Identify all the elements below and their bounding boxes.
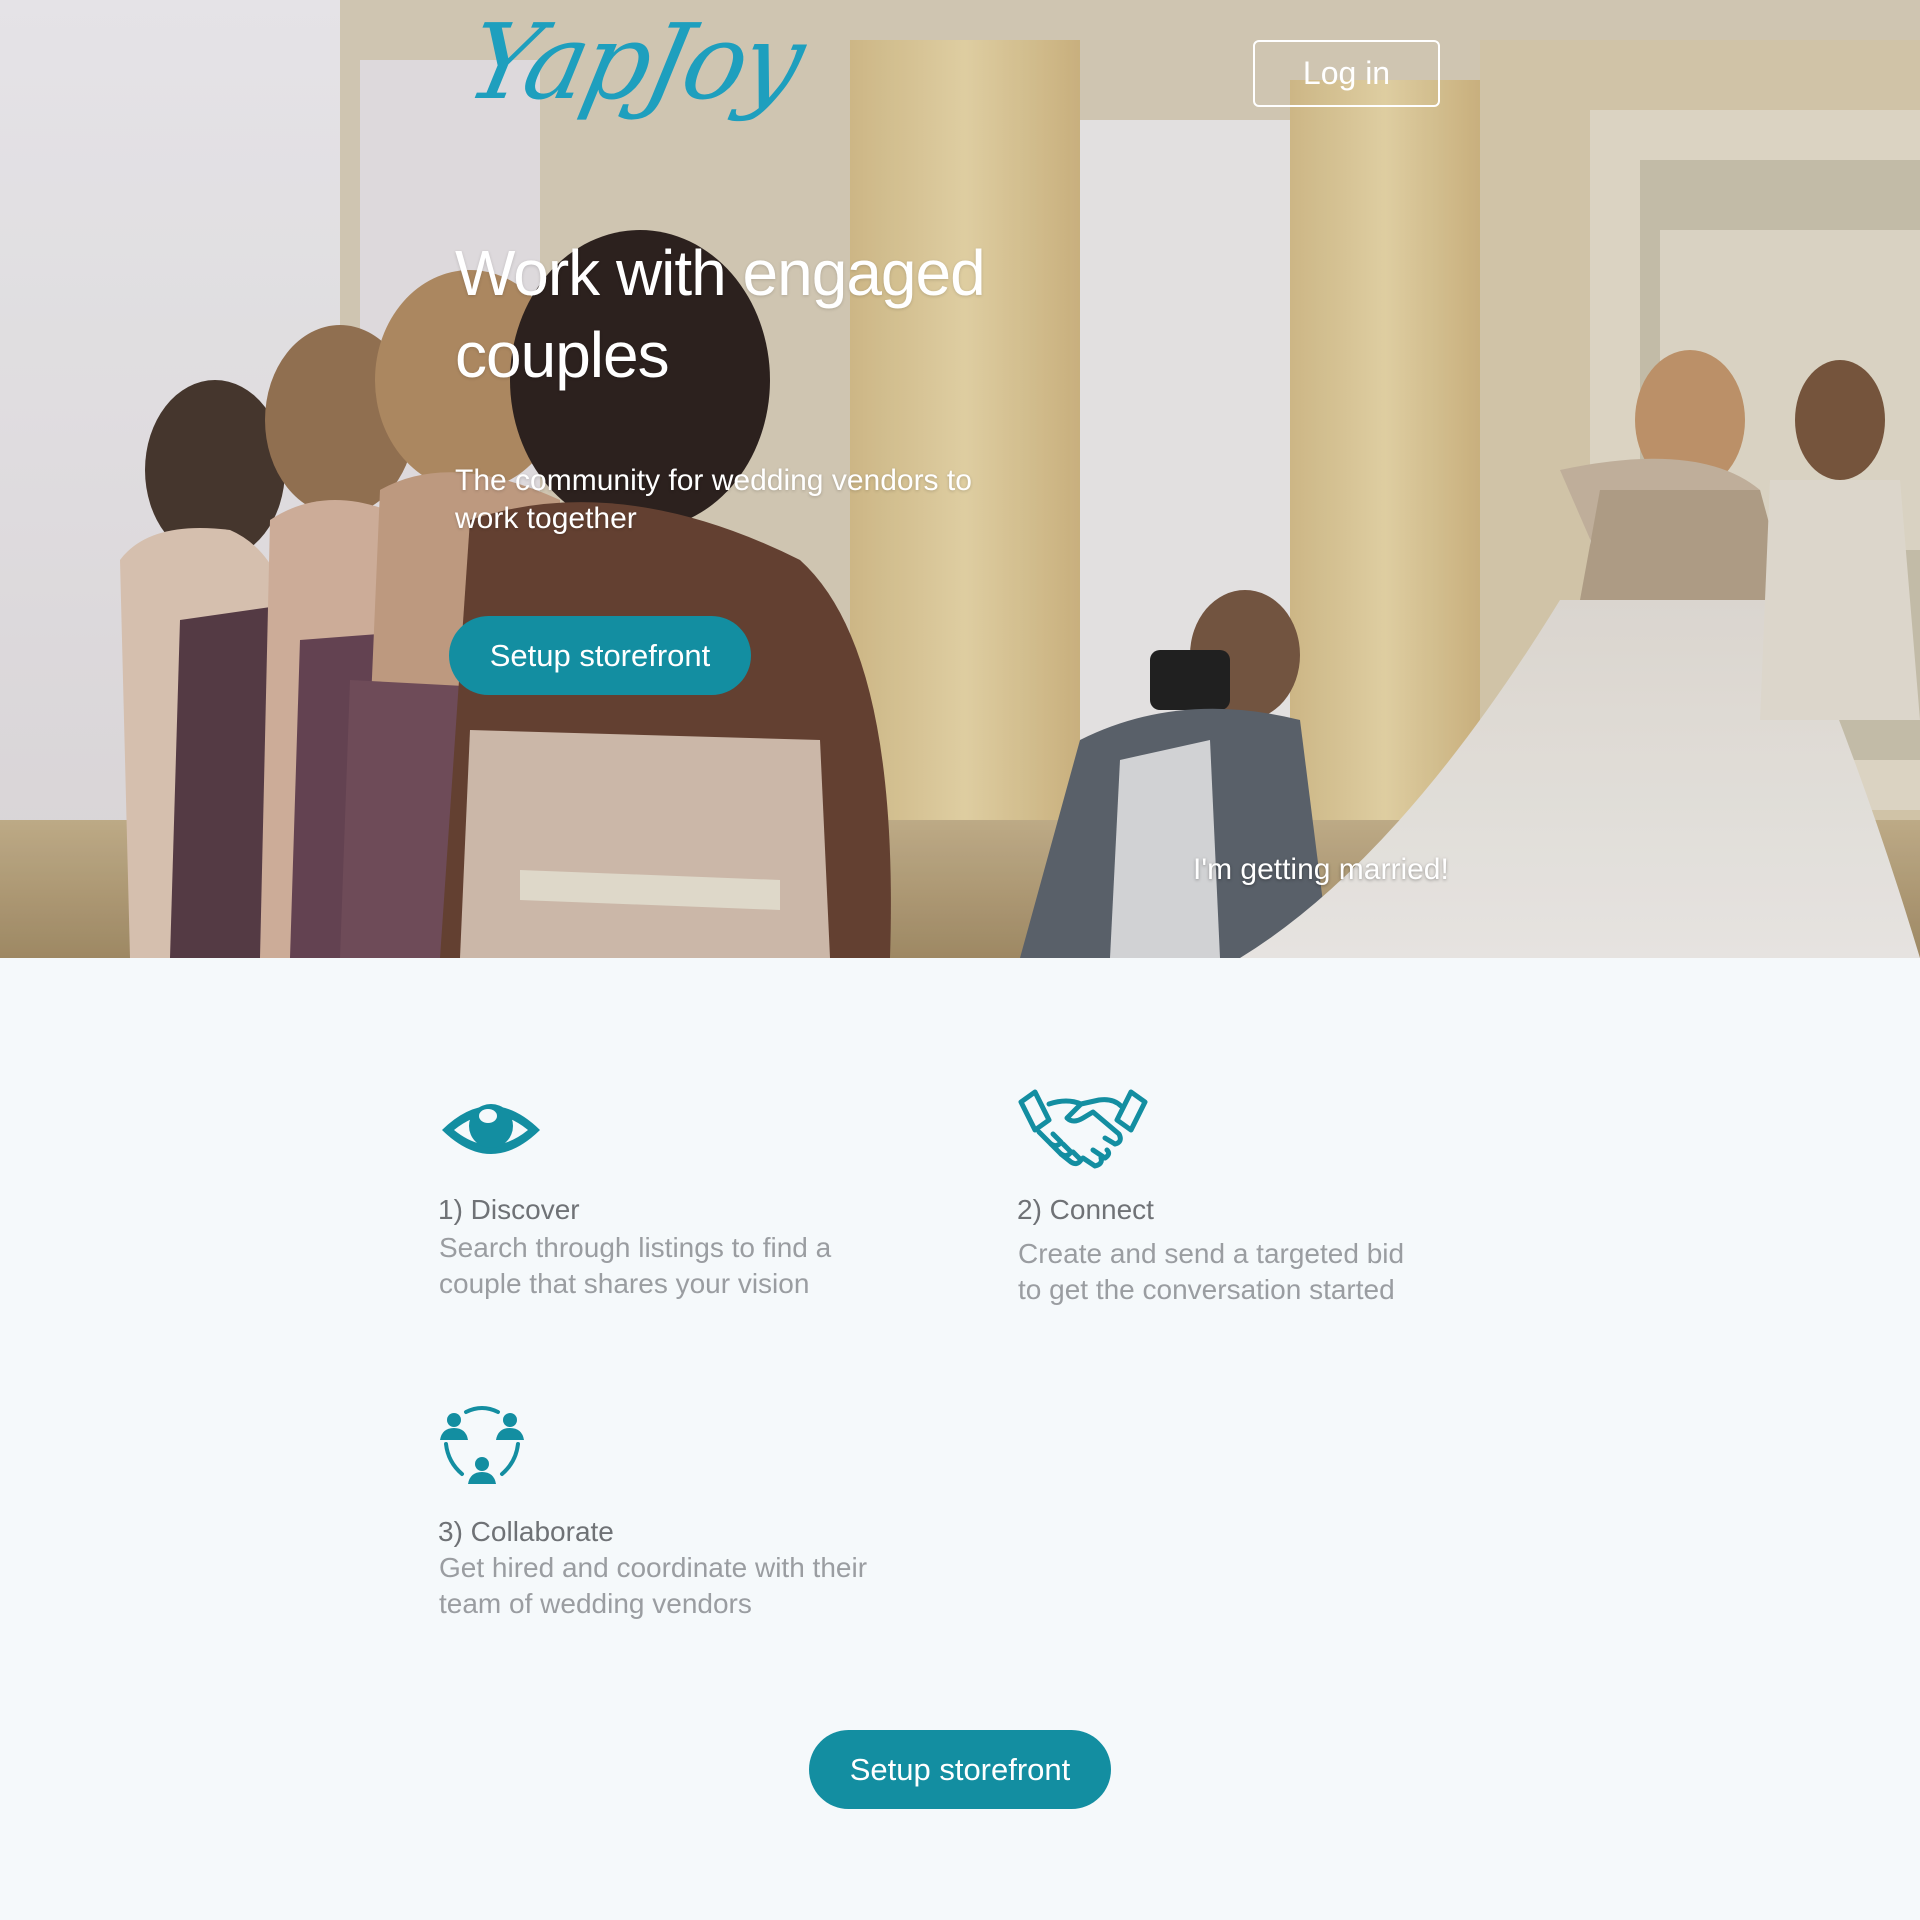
eye-icon bbox=[442, 1104, 540, 1154]
brand-logo[interactable]: YapJoy bbox=[457, 1, 811, 123]
feature-description: Create and send a targeted bid to get th… bbox=[1018, 1238, 1405, 1305]
feature-description: Search through listings to find a couple… bbox=[439, 1232, 832, 1299]
feature-title: 1) Discover bbox=[438, 1194, 580, 1225]
login-button[interactable]: Log in bbox=[1253, 40, 1440, 107]
setup-storefront-button[interactable]: Setup storefront bbox=[449, 616, 751, 695]
handshake-icon bbox=[1018, 1089, 1148, 1169]
setup-storefront-button-bottom[interactable]: Setup storefront bbox=[809, 1730, 1111, 1809]
team-icon bbox=[440, 1406, 524, 1484]
hero-caption: I'm getting married! bbox=[1193, 853, 1449, 886]
hero-headline: Work with engaged couples bbox=[455, 237, 986, 391]
hero-subtitle: The community for wedding vendors to wor… bbox=[455, 464, 972, 535]
feature-description: Get hired and coordinate with their team… bbox=[439, 1552, 868, 1619]
hero-section: YapJoy Log in Work with engaged couples … bbox=[0, 0, 1920, 958]
feature-title: 3) Collaborate bbox=[438, 1516, 614, 1547]
feature-title: 2) Connect bbox=[1017, 1194, 1154, 1225]
